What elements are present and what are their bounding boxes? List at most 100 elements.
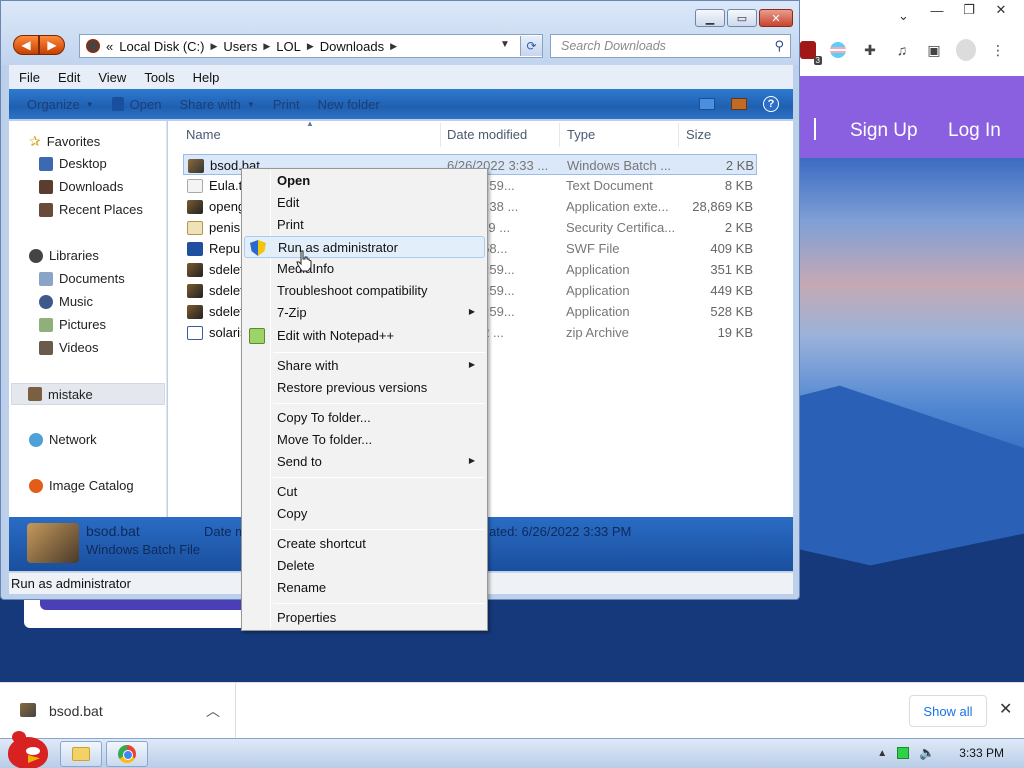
submenu-arrow-icon: ▶: [468, 456, 475, 465]
column-divider[interactable]: [678, 123, 679, 147]
preview-pane-icon[interactable]: [731, 98, 747, 110]
chevron-up-icon[interactable]: ︿: [206, 701, 220, 721]
show-all-button[interactable]: Show all: [909, 695, 987, 727]
maximize-button[interactable]: ▭: [727, 9, 757, 27]
search-icon[interactable]: ⚲: [774, 38, 784, 54]
volume-icon[interactable]: 🔈: [919, 745, 935, 761]
menu-item-troubleshoot[interactable]: Troubleshoot compatibility: [244, 280, 485, 302]
nav-favorites[interactable]: ✰ Favorites: [29, 133, 100, 150]
breadcrumb-arrow-icon[interactable]: ▶: [210, 41, 217, 52]
nav-music[interactable]: Music: [39, 294, 93, 309]
menu-item-edit[interactable]: Edit: [244, 192, 485, 214]
open-button[interactable]: Open: [111, 97, 161, 112]
menu-item-mediainfo[interactable]: MediaInfo: [244, 258, 485, 280]
menu-item-cut[interactable]: Cut: [244, 481, 485, 503]
caret-down-icon: ▼: [246, 99, 255, 109]
nav-documents[interactable]: Documents: [39, 271, 125, 286]
breadcrumb-users[interactable]: Users: [223, 39, 257, 54]
menu-item-copy[interactable]: Copy: [244, 503, 485, 525]
media-queue-icon[interactable]: ♫: [892, 40, 912, 60]
site-header: [800, 76, 1024, 158]
column-header-date[interactable]: Date modified: [447, 127, 527, 142]
pride-flag-extension-icon[interactable]: [828, 40, 848, 60]
nav-mistake[interactable]: mistake: [11, 383, 165, 405]
print-button[interactable]: Print: [273, 97, 300, 112]
nav-image-catalog[interactable]: Image Catalog: [29, 478, 134, 493]
nav-downloads[interactable]: Downloads: [39, 179, 123, 194]
back-button[interactable]: ◀: [13, 35, 39, 55]
download-item[interactable]: bsod.bat ︿: [0, 683, 236, 739]
menu-item-restore-previous-versions[interactable]: Restore previous versions: [244, 377, 485, 399]
breadcrumb-arrow-icon[interactable]: ▶: [307, 41, 314, 52]
menu-item-delete[interactable]: Delete: [244, 555, 485, 577]
change-view-icon[interactable]: [699, 98, 715, 110]
menu-item-create-shortcut[interactable]: Create shortcut: [244, 533, 485, 555]
close-button[interactable]: ✕: [759, 9, 793, 27]
minimize-button[interactable]: ▁: [695, 9, 725, 27]
column-header-size[interactable]: Size: [686, 127, 711, 142]
nav-network[interactable]: Network: [29, 432, 97, 447]
start-button[interactable]: [4, 731, 48, 768]
menu-item-copy-to-folder[interactable]: Copy To folder...: [244, 407, 485, 429]
puzzle-extensions-icon[interactable]: ✚: [860, 40, 880, 60]
menu-item-7zip[interactable]: 7-Zip ▶: [244, 302, 485, 324]
breadcrumb-downloads[interactable]: Downloads: [320, 39, 384, 54]
nav-libraries[interactable]: Libraries: [29, 248, 99, 263]
sign-up-link[interactable]: Sign Up: [850, 120, 918, 142]
show-hidden-icons-icon[interactable]: ▲: [877, 748, 887, 759]
menu-item-rename[interactable]: Rename: [244, 577, 485, 599]
menu-item-print[interactable]: Print: [244, 214, 485, 236]
file-size: 28,869 KB: [692, 199, 753, 214]
menu-edit[interactable]: Edit: [58, 70, 80, 85]
menu-item-open[interactable]: Open: [244, 170, 485, 192]
minimize-icon[interactable]: —: [926, 2, 948, 18]
menu-item-properties[interactable]: Properties: [244, 607, 485, 629]
clock[interactable]: 3:33 PM: [959, 746, 1004, 760]
close-icon[interactable]: ✕: [990, 2, 1012, 18]
share-with-button[interactable]: Share with ▼: [179, 97, 254, 112]
search-input[interactable]: Search Downloads ⚲: [550, 34, 791, 58]
column-divider[interactable]: [559, 123, 560, 147]
nav-videos[interactable]: Videos: [39, 340, 99, 355]
breadcrumb-lol[interactable]: LOL: [276, 39, 301, 54]
nav-desktop[interactable]: Desktop: [39, 156, 107, 171]
menu-label: Properties: [277, 610, 337, 625]
column-header-name[interactable]: Name: [186, 127, 221, 142]
nav-recent-places[interactable]: Recent Places: [39, 202, 143, 217]
forward-button[interactable]: ▶: [39, 35, 65, 55]
menu-item-run-as-administrator[interactable]: Run as administrator: [244, 236, 485, 258]
menu-file[interactable]: File: [19, 70, 40, 85]
chrome-taskbar-button[interactable]: [106, 741, 148, 767]
menu-tools[interactable]: Tools: [144, 70, 174, 85]
network-icon[interactable]: [897, 747, 910, 759]
breadcrumb-arrow-icon[interactable]: ▶: [263, 41, 270, 52]
column-header-type[interactable]: Type: [567, 127, 595, 142]
ublock-extension-icon[interactable]: 3: [800, 41, 822, 65]
menu-item-share-with[interactable]: Share with ▶: [244, 355, 485, 377]
side-panel-icon[interactable]: ▣: [924, 40, 944, 60]
music-icon: [39, 294, 53, 309]
help-icon[interactable]: ?: [763, 96, 779, 112]
explorer-taskbar-button[interactable]: [60, 741, 102, 767]
restore-icon[interactable]: ❐: [958, 2, 980, 18]
nav-pictures[interactable]: Pictures: [39, 317, 106, 332]
breadcrumb-overflow[interactable]: «: [106, 39, 113, 54]
organize-button[interactable]: Organize ▼: [27, 97, 94, 112]
tab-search-chevron-icon[interactable]: ⌄: [898, 8, 909, 24]
menu-view[interactable]: View: [98, 70, 126, 85]
menu-help[interactable]: Help: [193, 70, 220, 85]
log-in-link[interactable]: Log In: [948, 120, 1001, 142]
new-folder-button[interactable]: New folder: [318, 97, 380, 112]
breadcrumb-arrow-icon[interactable]: ▶: [390, 41, 397, 52]
profile-avatar-icon[interactable]: [956, 39, 976, 61]
menu-item-move-to-folder[interactable]: Move To folder...: [244, 429, 485, 451]
menu-item-edit-notepad-plus[interactable]: Edit with Notepad++: [244, 325, 485, 347]
more-menu-icon[interactable]: ⋮: [988, 40, 1008, 60]
breadcrumb-local-disk[interactable]: Local Disk (C:): [119, 39, 204, 54]
menu-item-send-to[interactable]: Send to ▶: [244, 451, 485, 473]
address-dropdown-icon[interactable]: ▼: [500, 39, 510, 50]
close-icon[interactable]: ✕: [999, 699, 1012, 719]
refresh-icon[interactable]: ⟳: [520, 36, 542, 56]
column-divider[interactable]: [440, 123, 441, 147]
address-bar[interactable]: « Local Disk (C:) ▶ Users ▶ LOL ▶ Downlo…: [79, 34, 543, 58]
